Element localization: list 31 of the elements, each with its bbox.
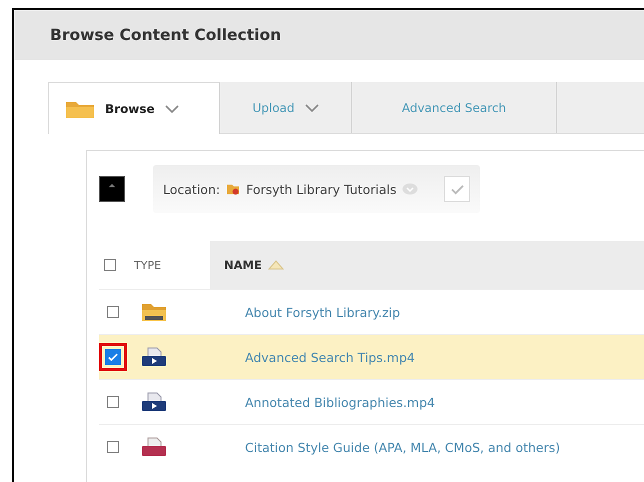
table-row[interactable]: Annotated Bibliographies.mp4 — [99, 379, 644, 424]
video-file-icon — [141, 392, 167, 412]
chevron-icon — [164, 104, 179, 112]
file-link[interactable]: Citation Style Guide (APA, MLA, CMoS, and others) — [245, 440, 560, 454]
location-label: Location: — [163, 182, 220, 196]
tab[interactable]: Browse — [48, 82, 220, 134]
folder-icon — [226, 183, 240, 195]
table-row[interactable]: Advanced Search Tips.mp4 — [99, 334, 644, 379]
row-checkbox[interactable] — [107, 441, 119, 453]
file-link[interactable]: About Forsyth Library.zip — [245, 304, 400, 320]
document-icon — [141, 437, 167, 457]
caret-up-icon — [108, 183, 116, 188]
select-all-checkbox[interactable] — [104, 259, 116, 271]
collapse-button[interactable] — [99, 176, 125, 202]
video-file-icon — [141, 347, 167, 367]
confirm-button[interactable] — [444, 176, 470, 202]
file-link[interactable]: Annotated Bibliographies.mp4 — [245, 394, 435, 410]
page-title: Browse Content Collection — [50, 26, 282, 44]
sort-icon — [268, 260, 284, 270]
row-checkbox[interactable] — [105, 349, 121, 365]
folder-icon — [141, 302, 167, 322]
location-value: Forsyth Library Tutorials — [246, 182, 396, 196]
row-checkbox[interactable] — [107, 306, 119, 318]
table-row[interactable]: Citation Style Guide (APA, MLA, CMoS, and others) — [99, 424, 644, 469]
column-header[interactable]: NAME — [210, 241, 644, 289]
file-link[interactable]: Advanced Search Tips.mp4 — [245, 350, 415, 364]
check-icon — [108, 352, 118, 362]
check-icon — [450, 184, 464, 194]
column-header: TYPE — [134, 258, 162, 272]
row-checkbox[interactable] — [107, 396, 119, 408]
chevron-icon — [304, 104, 319, 112]
